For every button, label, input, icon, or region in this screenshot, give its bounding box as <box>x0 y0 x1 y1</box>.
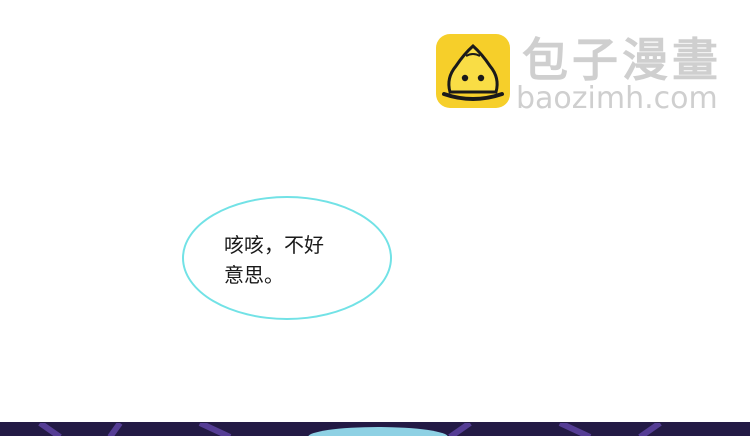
watermark-title: 包子漫畫 <box>522 33 722 87</box>
speech-bubble-text: 咳咳，不好 意思。 <box>224 230 364 290</box>
bottom-scene-strip <box>0 422 750 436</box>
speech-line-1: 咳咳，不好 <box>224 233 324 257</box>
bottom-scene-art <box>0 422 750 436</box>
speech-line-2: 意思。 <box>224 263 284 287</box>
watermark-site: baozimh.com <box>516 81 718 116</box>
watermark-logo: 包子漫畫 baozimh.com <box>436 33 736 116</box>
bun-logo-icon <box>436 34 510 108</box>
